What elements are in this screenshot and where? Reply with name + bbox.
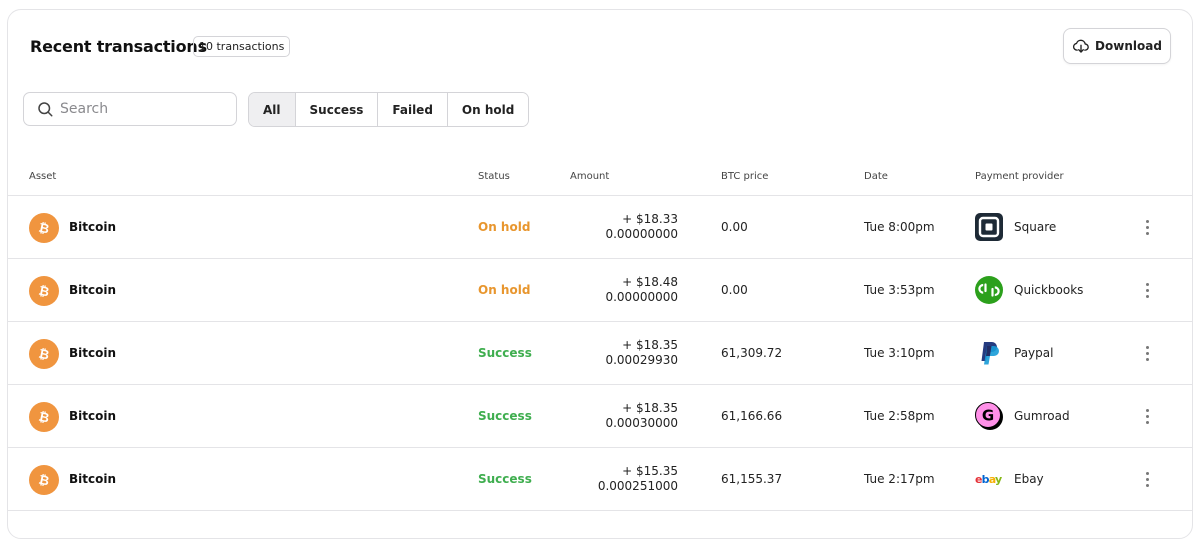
table-header: Asset Status Amount BTC price Date Payme… [8, 160, 1192, 196]
table-row[interactable]: ₿ Bitcoin On hold + $18.33 0.00000000 0.… [8, 196, 1192, 259]
status-badge: On hold [478, 220, 531, 234]
bitcoin-icon: ₿ [29, 276, 59, 306]
bitcoin-icon: ₿ [29, 339, 59, 369]
more-options-icon[interactable] [1138, 469, 1156, 489]
paypal-logo-icon [975, 339, 1003, 367]
card-title: Recent transactions [30, 37, 207, 56]
amount-btc: 0.000251000 [597, 479, 678, 493]
column-header-date: Date [864, 171, 888, 182]
cloud-download-icon [1072, 37, 1090, 55]
svg-text:ebay: ebay [975, 473, 1002, 486]
more-options-icon[interactable] [1138, 343, 1156, 363]
btc-price: 0.00 [721, 220, 748, 234]
transaction-date: Tue 8:00pm [864, 220, 935, 234]
amount-cell: + $18.35 0.00030000 [605, 401, 678, 431]
btc-price: 61,166.66 [721, 409, 783, 423]
amount-cell: + $18.33 0.00000000 [605, 212, 678, 242]
column-header-payment-provider: Payment provider [975, 171, 1064, 182]
asset-name: Bitcoin [69, 409, 117, 423]
bitcoin-icon: ₿ [29, 465, 59, 495]
asset-name: Bitcoin [69, 346, 117, 360]
svg-text:₿: ₿ [37, 410, 50, 426]
svg-text:₿: ₿ [37, 221, 50, 237]
more-options-icon[interactable] [1138, 280, 1156, 300]
quickbooks-logo-icon [975, 276, 1003, 304]
payment-provider-name: Quickbooks [1014, 283, 1084, 297]
search-icon [36, 100, 54, 118]
status-badge: Success [478, 472, 532, 486]
asset-name: Bitcoin [69, 220, 117, 234]
filter-on-hold[interactable]: On hold [447, 93, 529, 126]
payment-provider-name: Square [1014, 220, 1057, 234]
payment-provider-name: Paypal [1014, 346, 1054, 360]
amount-btc: 0.00000000 [605, 227, 678, 241]
square-logo-icon [975, 213, 1003, 241]
status-badge: Success [478, 409, 532, 423]
status-badge: Success [478, 346, 532, 360]
table-row[interactable]: ₿ Bitcoin Success + $15.35 0.000251000 6… [8, 448, 1192, 511]
more-options-icon[interactable] [1138, 406, 1156, 426]
amount-usd: + $18.48 [622, 275, 678, 289]
table-row[interactable]: ₿ Bitcoin Success + $18.35 0.00030000 61… [8, 385, 1192, 448]
search-box[interactable] [23, 92, 237, 126]
amount-usd: + $15.35 [622, 464, 678, 478]
column-header-asset: Asset [29, 171, 57, 182]
amount-cell: + $15.35 0.000251000 [598, 464, 678, 494]
ebay-logo-icon: ebay [975, 465, 1003, 493]
payment-provider-name: Ebay [1014, 472, 1044, 486]
filter-all[interactable]: All [249, 93, 296, 126]
amount-btc: 0.00029930 [605, 353, 678, 367]
download-button-label: Download [1095, 39, 1162, 53]
gumroad-logo-icon: G [975, 402, 1003, 430]
transactions-card: Recent transactions 10 transactions Down… [7, 9, 1193, 539]
transaction-count-badge: 10 transactions [193, 36, 291, 57]
column-header-btc-price: BTC price [721, 171, 769, 182]
amount-usd: + $18.33 [622, 212, 678, 226]
amount-cell: + $18.35 0.00029930 [605, 338, 678, 368]
asset-name: Bitcoin [69, 472, 117, 486]
transaction-date: Tue 2:17pm [864, 472, 935, 486]
table-row[interactable]: ₿ Bitcoin On hold + $18.48 0.00000000 0.… [8, 259, 1192, 322]
filter-success[interactable]: Success [295, 93, 379, 126]
amount-btc: 0.00030000 [605, 416, 678, 430]
transaction-date: Tue 2:58pm [864, 409, 935, 423]
amount-usd: + $18.35 [622, 338, 678, 352]
transaction-date: Tue 3:10pm [864, 346, 935, 360]
status-badge: On hold [478, 283, 531, 297]
more-options-icon[interactable] [1138, 217, 1156, 237]
svg-text:G: G [982, 407, 994, 425]
amount-btc: 0.00000000 [605, 290, 678, 304]
svg-text:₿: ₿ [37, 347, 50, 363]
download-button[interactable]: Download [1063, 28, 1171, 64]
table-row[interactable]: ₿ Bitcoin Success + $18.35 0.00029930 61… [8, 322, 1192, 385]
bitcoin-icon: ₿ [29, 213, 59, 243]
search-input[interactable] [60, 101, 220, 117]
btc-price: 0.00 [721, 283, 748, 297]
svg-text:₿: ₿ [37, 473, 50, 489]
transaction-date: Tue 3:53pm [864, 283, 935, 297]
amount-usd: + $18.35 [622, 401, 678, 415]
bitcoin-icon: ₿ [29, 402, 59, 432]
filter-failed[interactable]: Failed [378, 93, 448, 126]
status-filter-group: All Success Failed On hold [248, 92, 530, 127]
svg-text:₿: ₿ [37, 284, 50, 300]
btc-price: 61,309.72 [721, 346, 783, 360]
btc-price: 61,155.37 [721, 472, 783, 486]
payment-provider-name: Gumroad [1014, 409, 1070, 423]
asset-name: Bitcoin [69, 283, 117, 297]
column-header-amount: Amount [570, 171, 610, 182]
column-header-status: Status [478, 171, 510, 182]
amount-cell: + $18.48 0.00000000 [605, 275, 678, 305]
